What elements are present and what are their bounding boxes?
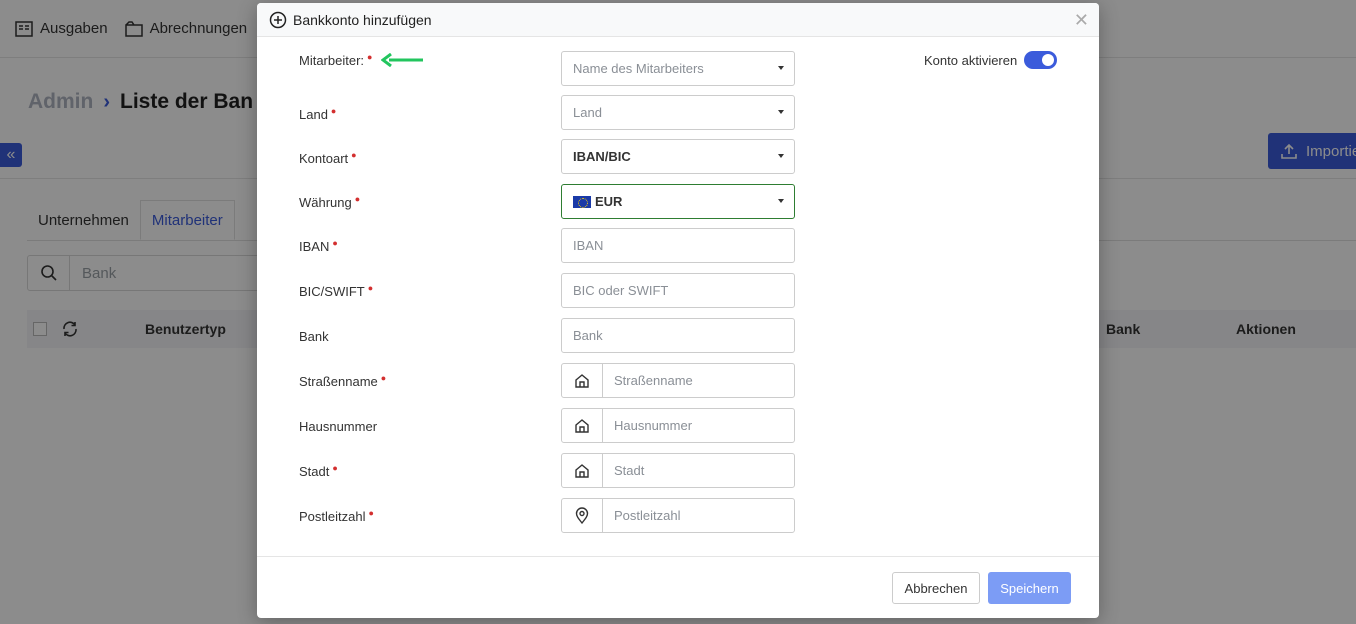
iban-placeholder: IBAN [573,238,604,253]
eu-flag-icon [573,195,591,208]
country-placeholder: Land [573,105,602,120]
house-icon [562,454,603,487]
house-number-placeholder: Hausnummer [614,418,693,433]
label-waehrung: Währung ● [299,194,361,210]
required-indicator: ● [351,150,357,160]
account-type-select[interactable]: IBAN/BIC [561,139,795,174]
label-text: IBAN [299,239,330,254]
label-strassenname: Straßenname ● [299,373,387,389]
label-text: Postleitzahl [299,509,366,524]
dialog-footer-divider [257,556,1099,557]
label-text: Kontoart [299,151,349,166]
label-text: BIC/SWIFT [299,284,365,299]
label-land: Land ● [299,106,337,122]
required-indicator: ● [367,283,374,293]
country-select[interactable]: Land [561,95,795,130]
label-text: Bank [299,329,329,344]
currency-value: EUR [595,194,623,209]
iban-input[interactable]: IBAN [561,228,795,263]
label-text: Hausnummer [299,419,378,434]
label-postleitzahl: Postleitzahl ● [299,508,374,524]
required-indicator: ● [330,106,337,116]
close-icon[interactable]: ✕ [1074,11,1089,29]
caret-down-icon [778,154,784,158]
caret-down-icon [778,66,784,70]
required-indicator: ● [368,508,374,518]
required-indicator: ● [354,194,361,204]
label-hausnummer: Hausnummer [299,419,377,434]
label-mitarbeiter: Mitarbeiter: ● [299,52,373,68]
house-number-input[interactable]: Hausnummer [561,408,795,443]
street-input[interactable]: Straßenname [561,363,795,398]
label-bic-swift: BIC/SWIFT ● [299,283,374,299]
bic-swift-input[interactable]: BIC oder SWIFT [561,273,795,308]
city-input[interactable]: Stadt [561,453,795,488]
label-bank: Bank [299,329,329,344]
bic-placeholder: BIC oder SWIFT [573,283,669,298]
required-indicator: ● [332,463,338,473]
required-indicator: ● [367,52,373,62]
label-text: Stadt [299,464,330,479]
cancel-button[interactable]: Abbrechen [892,572,980,604]
caret-down-icon [778,110,784,114]
house-icon [562,364,603,397]
annotation-arrow-icon [381,53,423,67]
label-kontoart: Kontoart ● [299,150,357,166]
currency-select[interactable]: EUR [561,184,795,219]
dialog-header: Bankkonto hinzufügen [257,3,1099,37]
label-stadt: Stadt ● [299,463,338,479]
street-placeholder: Straßenname [614,373,693,388]
activate-account-toggle[interactable] [1024,51,1057,69]
label-text: Straßenname [299,374,378,389]
label-text: Land [299,107,328,122]
bank-input[interactable]: Bank [561,318,795,353]
label-text: Mitarbeiter: [299,53,365,68]
postal-code-placeholder: Postleitzahl [614,508,681,523]
employee-select[interactable]: Name des Mitarbeiters [561,51,795,86]
required-indicator: ● [332,238,338,248]
postal-code-input[interactable]: Postleitzahl [561,498,795,533]
required-indicator: ● [380,373,387,383]
employee-placeholder: Name des Mitarbeiters [573,61,704,76]
house-icon [562,409,603,442]
label-iban: IBAN ● [299,238,338,254]
dialog-title: Bankkonto hinzufügen [293,11,432,28]
label-text: Währung [299,195,352,210]
bank-placeholder: Bank [573,328,603,343]
city-placeholder: Stadt [614,463,645,478]
save-button[interactable]: Speichern [988,572,1071,604]
plus-circle-icon [269,11,287,28]
caret-down-icon [778,199,784,203]
add-bank-account-dialog: Bankkonto hinzufügen ✕ Konto aktivieren … [257,3,1099,618]
location-pin-icon [562,499,603,532]
account-type-value: IBAN/BIC [573,149,631,164]
toggle-label: Konto aktivieren [924,53,1018,68]
